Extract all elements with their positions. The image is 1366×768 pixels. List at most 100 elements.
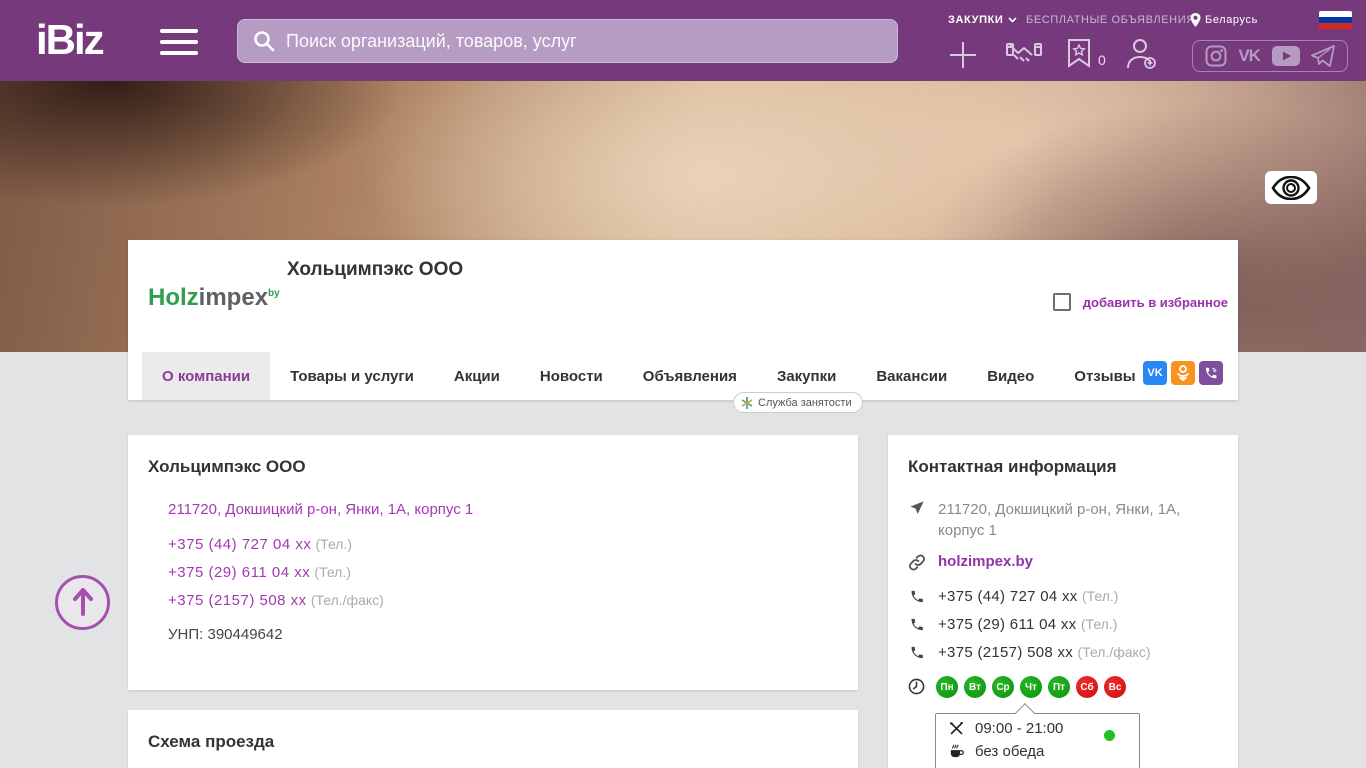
tools-icon [950, 722, 963, 735]
phone-type-label: (Тел.) [314, 564, 351, 580]
language-flag-ru[interactable] [1319, 11, 1352, 29]
map-title: Схема проезда [148, 732, 275, 751]
contact-title: Контактная информация [908, 457, 1117, 476]
day-badge[interactable]: Вт [964, 676, 986, 698]
map-card: Схема проезда [128, 710, 858, 768]
favorite-label: добавить в избранное [1082, 294, 1228, 310]
vacancy-service-tooltip: Служба занятости [733, 392, 863, 413]
about-address-link[interactable]: 211720, Докшицкий р-он, Янки, 1А, корпус… [168, 501, 473, 518]
phone-type-label: (Тел./факс) [1077, 644, 1151, 660]
contact-address: 211720, Докшицкий р-он, Янки, 1А, корпус… [938, 501, 1181, 539]
favorite-checkbox[interactable] [1052, 293, 1071, 311]
nav-zakupki[interactable]: ЗАКУПКИ [948, 14, 1017, 26]
contact-website-row: holzimpex.by [908, 553, 1033, 571]
company-logo-green: Holz [148, 284, 199, 311]
country-label: Беларусь [1205, 14, 1258, 26]
phone-link[interactable]: +375 (2157) 508 xx [938, 644, 1073, 661]
contact-phone-row: +375 (2157) 508 xx (Тел./факс) [908, 644, 1150, 662]
company-logo-dark: impex [198, 284, 269, 311]
about-card: Хольцимпэкс ООО 211720, Докшицкий р-он, … [128, 435, 858, 690]
about-phone-row: +375 (2157) 508 xx (Тел./факс) [168, 592, 384, 609]
contact-phone-row: +375 (44) 727 04 xx (Тел.) [908, 588, 1118, 606]
handshake-icon[interactable] [1006, 41, 1042, 69]
eye-icon [1271, 175, 1311, 200]
schedule-lunch: без обеда [975, 743, 1045, 760]
nav-geo[interactable]: Беларусь [1190, 13, 1258, 27]
phone-icon [911, 618, 923, 631]
company-card: Holzimpexby Хольцимпэкс ООО добавить в и… [128, 240, 1238, 400]
day-badge[interactable]: Чт [1020, 676, 1042, 698]
arrow-up-icon [72, 587, 93, 616]
tab-reviews[interactable]: Отзывы [1054, 352, 1155, 400]
tab-products[interactable]: Товары и услуги [270, 352, 434, 400]
contact-address-row: 211720, Докшицкий р-он, Янки, 1А, корпус… [908, 499, 1228, 541]
add-plus-icon[interactable] [948, 40, 978, 70]
free-ads-label: БЕСПЛАТНЫЕ ОБЪЯВЛЕНИЯ [1026, 14, 1195, 26]
company-ok-icon[interactable] [1171, 361, 1195, 385]
add-to-favorites[interactable]: добавить в избранное [1052, 293, 1228, 311]
phone-link[interactable]: +375 (44) 727 04 xx [168, 536, 311, 553]
company-vk-icon[interactable]: VK [1143, 361, 1167, 385]
zakupki-label: ЗАКУПКИ [948, 14, 1004, 26]
phone-link[interactable]: +375 (2157) 508 xx [168, 592, 307, 609]
schedule-tooltip: 09:00 - 21:00 без обеда [935, 703, 1140, 768]
company-logo: Holzimpexby [148, 284, 280, 312]
working-days: Пн Вт Ср Чт Пт Сб Вс [936, 676, 1126, 698]
instagram-icon[interactable] [1205, 45, 1227, 67]
phone-type-label: (Тел.) [1080, 616, 1118, 632]
phone-link[interactable]: +375 (29) 611 04 xx [168, 564, 310, 581]
profile-add-icon[interactable] [1124, 38, 1158, 70]
day-badge[interactable]: Сб [1076, 676, 1098, 698]
phone-icon [911, 590, 923, 603]
day-badge[interactable]: Вс [1104, 676, 1126, 698]
accessibility-eye-button[interactable] [1265, 171, 1317, 204]
company-social-links: VK [1143, 361, 1223, 385]
tab-video[interactable]: Видео [967, 352, 1054, 400]
contact-phone-row: +375 (29) 611 04 xx (Тел.) [908, 616, 1117, 634]
chevron-down-icon [1008, 17, 1017, 23]
clock-icon [908, 678, 925, 695]
vk-icon[interactable]: VK [1238, 46, 1261, 66]
about-title: Хольцимпэкс ООО [148, 457, 306, 476]
day-badge[interactable]: Ср [992, 676, 1014, 698]
website-link[interactable]: holzimpex.by [938, 553, 1033, 570]
youtube-icon[interactable] [1271, 46, 1300, 66]
day-badge[interactable]: Пт [1048, 676, 1070, 698]
coffee-cup-icon [950, 744, 964, 758]
vacancy-tooltip-label: Служба занятости [758, 396, 852, 409]
tab-news[interactable]: Новости [520, 352, 623, 400]
favorites-count: 0 [1098, 52, 1106, 68]
favorites-bookmark-icon[interactable] [1066, 38, 1092, 68]
company-logo-sup: by [268, 288, 280, 299]
location-pin-icon [1190, 13, 1201, 27]
tab-vacancies[interactable]: Вакансии [856, 352, 967, 400]
company-tabs: О компании Товары и услуги Акции Новости… [142, 352, 1156, 400]
employment-service-icon [741, 396, 753, 409]
page: iBiz ЗАКУПКИ БЕСПЛАТНЫЕ ОБЪЯВЛЕНИЯ Белар… [0, 0, 1366, 768]
open-status-dot [1104, 730, 1115, 741]
telegram-icon[interactable] [1311, 45, 1336, 67]
back-to-top-button[interactable] [55, 575, 110, 630]
nav-free-ads[interactable]: БЕСПЛАТНЫЕ ОБЪЯВЛЕНИЯ [1026, 14, 1195, 26]
phone-type-label: (Тел.) [1082, 588, 1119, 604]
about-phone-row: +375 (29) 611 04 xx (Тел.) [168, 564, 351, 581]
header: iBiz ЗАКУПКИ БЕСПЛАТНЫЕ ОБЪЯВЛЕНИЯ Белар… [0, 0, 1366, 81]
company-name: Хольцимпэкс ООО [287, 259, 464, 280]
company-unp: УНП: 390449642 [168, 626, 283, 643]
company-viber-icon[interactable] [1199, 361, 1223, 385]
header-icons-row: 0 VK [0, 38, 1366, 72]
day-badge[interactable]: Пн [936, 676, 958, 698]
phone-link[interactable]: +375 (29) 611 04 xx [938, 616, 1076, 633]
about-phone-row: +375 (44) 727 04 xx (Тел.) [168, 536, 352, 553]
link-icon [909, 554, 925, 571]
phone-link[interactable]: +375 (44) 727 04 xx [938, 588, 1078, 605]
tab-about[interactable]: О компании [142, 352, 271, 400]
phone-type-label: (Тел.) [315, 536, 352, 552]
header-social-links: VK [1192, 40, 1348, 72]
phone-type-label: (Тел./факс) [310, 592, 384, 608]
schedule-hours: 09:00 - 21:00 [975, 720, 1064, 737]
phone-icon [911, 646, 923, 659]
top-nav: ЗАКУПКИ БЕСПЛАТНЫЕ ОБЪЯВЛЕНИЯ Беларусь [900, 13, 1366, 29]
navigation-arrow-icon [910, 501, 924, 514]
tab-promos[interactable]: Акции [434, 352, 520, 400]
